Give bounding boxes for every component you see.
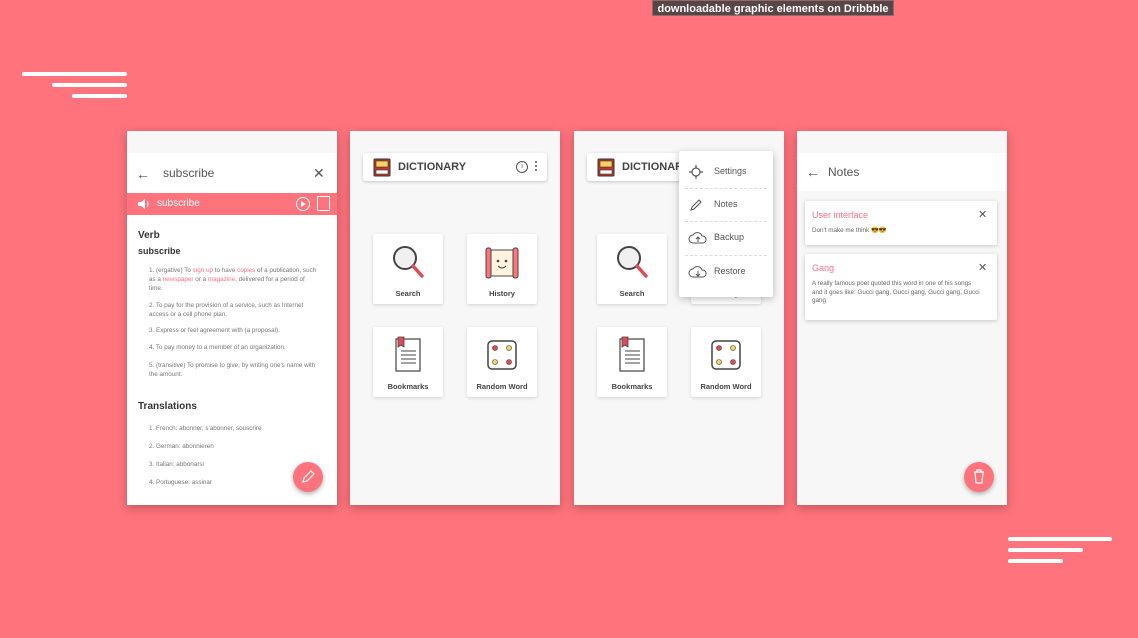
dictionary-book-icon [373,158,391,177]
tile-label: Search [619,289,645,298]
cloud-upload-icon [688,232,707,244]
info-icon[interactable]: i [516,161,528,173]
tile-label: History [489,289,515,298]
screen-notes: ← Notes User interface ✕ Don't make me t… [797,131,1007,505]
menu-item-backup[interactable]: Backup [679,221,773,254]
screen-word-details: ← subscribe ✕ subscribe Verb subscribe 1… [127,131,337,505]
play-icon[interactable] [296,197,310,211]
dictionary-book-icon [597,158,615,177]
bookmarks-tile[interactable]: Bookmarks [373,327,443,397]
decor-line [1008,548,1083,552]
back-arrow-icon[interactable]: ← [806,164,820,180]
dice-icon [711,340,741,370]
menu-item-label: Notes [714,199,738,209]
definition-link[interactable]: copies [237,267,255,274]
search-bar: ← subscribe ✕ [127,153,337,193]
magnifier-icon [617,246,648,278]
scroll-icon [485,247,519,279]
menu-item-notes[interactable]: Notes [679,188,773,221]
menu-item-label: Settings [714,166,747,176]
note-body: A really famous poet quoted this word in… [812,280,980,304]
delete-fab-button[interactable] [964,462,994,492]
random-word-tile[interactable]: Random Word [691,327,761,397]
search-tile[interactable]: Search [373,234,443,304]
search-tile[interactable]: Search [597,234,667,304]
part-of-speech: Verb [138,230,160,241]
calendar-icon[interactable] [317,196,330,211]
edit-fab-button[interactable] [293,462,323,492]
definition-item: 5. (transitive) To promise to give, by w… [149,362,316,378]
definition-link[interactable]: sign up [193,267,213,274]
headword: subscribe [138,246,181,256]
definition-item: 4. To pay money to a member of an organi… [149,344,286,351]
definition-text: 1. (ergative) To [149,267,193,274]
magnifier-icon [393,246,424,278]
pencil-icon [690,199,702,211]
tile-label: Random Word [476,382,528,391]
definition-text: or a [193,276,208,283]
close-icon[interactable]: ✕ [978,208,987,221]
decor-line [72,94,127,98]
page-title: Notes [828,165,860,179]
screen-dictionary-menu: DICTIONARY Search History Bookmarks Rand… [574,131,784,505]
menu-item-label: Restore [714,266,746,276]
word-label: subscribe [157,198,200,209]
note-card[interactable]: User interface ✕ Don't make me think 😎😎 [805,201,997,245]
app-title: DICTIONARY [398,161,467,173]
note-title: Gang [812,263,835,273]
translation-item: 3. Italian: abbonarsi [149,461,204,468]
note-title: User interface [812,210,869,220]
close-icon[interactable]: ✕ [978,261,987,274]
translations-heading: Translations [138,401,197,412]
history-tile[interactable]: History [467,234,537,304]
search-input[interactable]: subscribe [163,166,214,180]
tile-label: Bookmarks [611,382,653,391]
decor-line [52,83,127,87]
bookmark-page-icon [619,336,645,372]
definition-link[interactable]: magazine [208,276,235,283]
note-body: Don't make me think 😎😎 [812,227,887,234]
translation-item: 2. German: abonnieren [149,443,214,450]
translation-item: 1. French: abonner, s'abonner, souscrire [149,425,262,432]
speaker-icon[interactable] [137,197,151,211]
back-arrow-icon[interactable]: ← [136,166,150,182]
decor-line [1008,537,1112,541]
definition-item: 3. Express or feel agreement with (a pro… [149,327,280,334]
trash-icon [974,469,984,484]
bookmark-page-icon [395,336,421,372]
more-vert-icon[interactable] [535,161,538,173]
note-card[interactable]: Gang ✕ A really famous poet quoted this … [805,254,997,320]
menu-item-settings[interactable]: Settings [679,155,773,188]
translation-item: 4. Portuguese: assinar [149,479,213,486]
cloud-download-icon [688,266,707,278]
decor-line [1008,559,1063,563]
notes-header: ← Notes [797,153,1007,191]
pronunciation-bar: subscribe [127,193,337,215]
decor-line [22,72,127,76]
definition-text: to have [212,267,238,274]
close-icon[interactable]: ✕ [313,165,325,182]
overflow-menu: Settings Notes Backup Restore [679,151,773,297]
random-word-tile[interactable]: Random Word [467,327,537,397]
tile-label: Bookmarks [387,382,429,391]
definition-item: 2. To pay for the provision of a service… [149,302,304,318]
screen-dictionary-home: DICTIONARY i Search History Bookmarks Ra… [350,131,560,505]
app-bar: DICTIONARY i [363,153,547,181]
tile-label: Search [395,289,421,298]
status-bar [127,131,337,153]
menu-item-restore[interactable]: Restore [679,255,773,288]
dice-icon [487,340,517,370]
definition-link[interactable]: newspaper [163,276,194,283]
dribbble-tooltip: downloadable graphic elements on Dribbbl… [652,0,894,16]
tile-label: Random Word [700,382,752,391]
definition-item: 1. (ergative) To sign up to have copies … [149,266,319,293]
menu-item-label: Backup [714,232,745,242]
gear-icon [689,165,703,179]
pencil-icon [302,470,315,483]
bookmarks-tile[interactable]: Bookmarks [597,327,667,397]
